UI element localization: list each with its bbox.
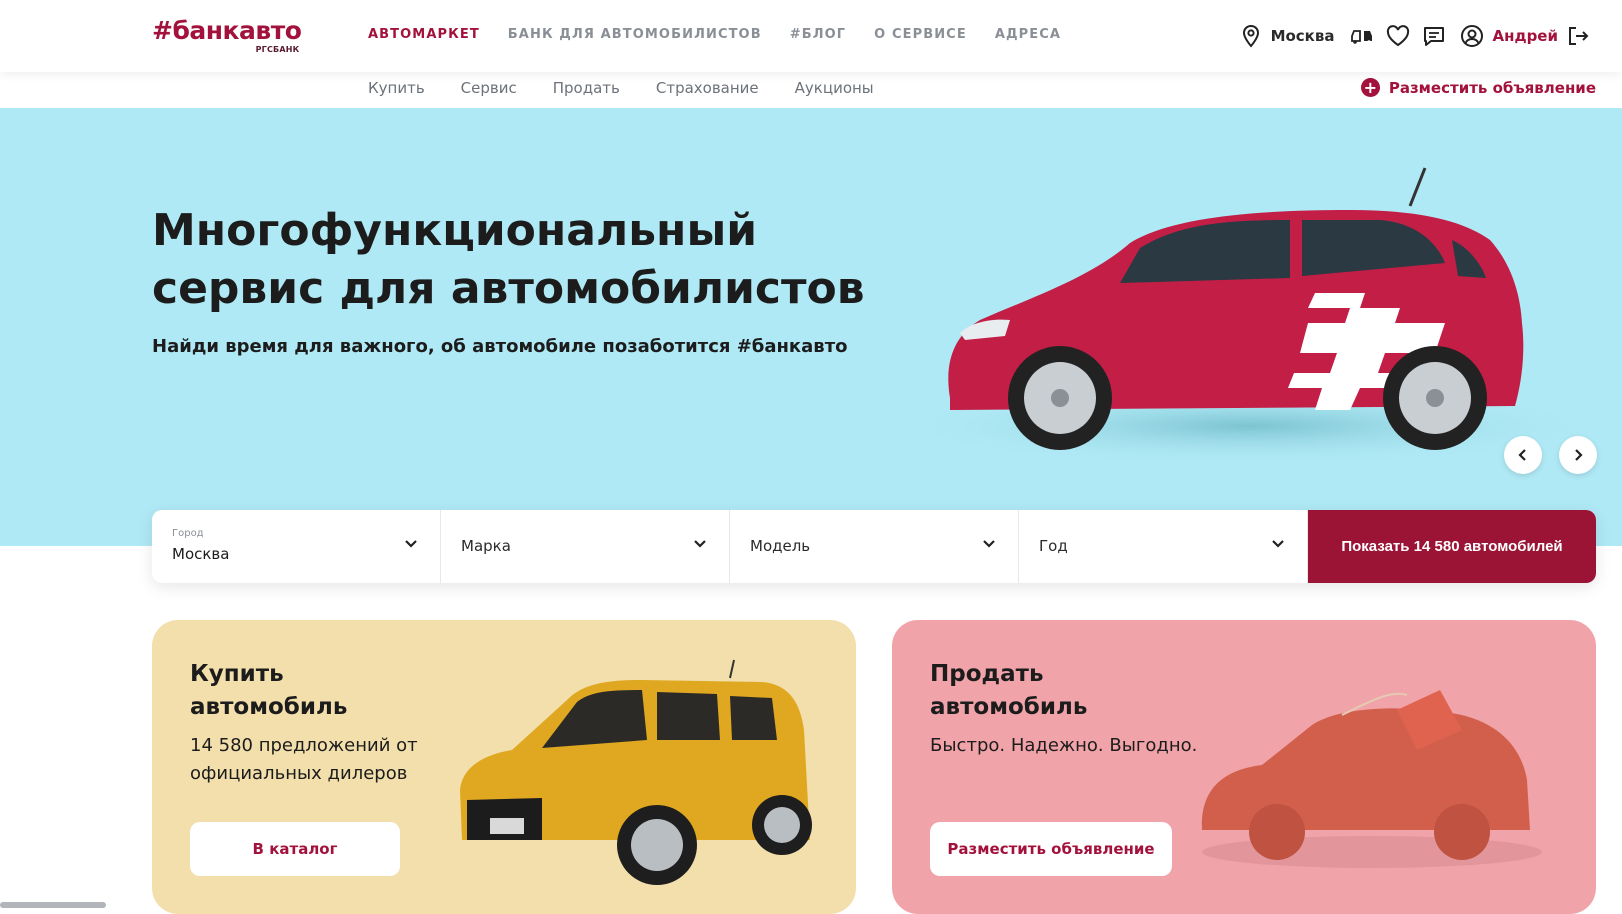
logo[interactable]: #банкавто РГСБАНК: [152, 16, 302, 54]
top-navigation: АВТОМАРКЕТ БАНК ДЛЯ АВТОМОБИЛИСТОВ #БЛОГ…: [368, 27, 1061, 42]
model-select-placeholder: Модель: [750, 537, 811, 555]
nav-automarket[interactable]: АВТОМАРКЕТ: [368, 27, 480, 42]
city-select-caption: Город: [172, 528, 204, 539]
nav-about[interactable]: О СЕРВИСЕ: [874, 27, 967, 42]
chevron-right-icon: [1575, 449, 1583, 461]
subnav-insurance[interactable]: Страхование: [656, 79, 759, 97]
subnav-auctions[interactable]: Аукционы: [795, 79, 874, 97]
logo-text: #банкавто: [152, 16, 302, 45]
yellow-suv-car-image: [460, 659, 812, 885]
model-select[interactable]: Модель: [730, 510, 1019, 583]
buy-card-title: Купить автомобиль: [190, 661, 348, 720]
subnav-sell[interactable]: Продать: [553, 79, 620, 97]
user-name: Андрей: [1492, 27, 1558, 45]
logout-icon[interactable]: [1564, 22, 1592, 50]
location-pin-icon: [1237, 22, 1265, 50]
favorites-heart-icon[interactable]: [1384, 22, 1412, 50]
header-actions: Москва Андрей: [1237, 20, 1592, 52]
nav-blog[interactable]: #БЛОГ: [790, 27, 846, 42]
user-menu[interactable]: Андрей: [1458, 22, 1558, 50]
slider-prev-button[interactable]: [1504, 436, 1542, 474]
post-ad-button[interactable]: Разместить объявление: [930, 822, 1172, 876]
chevron-down-icon: [694, 540, 706, 548]
brand-select-placeholder: Марка: [461, 537, 511, 555]
logo-subtext: РГСБАНК: [255, 45, 300, 54]
city-label: Москва: [1270, 27, 1335, 45]
nav-bank[interactable]: БАНК ДЛЯ АВТОМОБИЛИСТОВ: [508, 27, 762, 42]
buy-car-card: Купить автомобиль 14 580 предложений от …: [152, 620, 856, 914]
city-selector[interactable]: Москва: [1237, 22, 1335, 50]
subnav-links: Купить Сервис Продать Страхование Аукцио…: [368, 79, 874, 97]
red-hatchback-car-image: [890, 167, 1610, 466]
post-ad-label: Разместить объявление: [1388, 78, 1596, 97]
sell-card-title: Продать автомобиль: [930, 661, 1088, 720]
chevron-down-icon: [983, 540, 995, 548]
paper-car-with-tag-image: [1201, 690, 1542, 868]
post-ad-link[interactable]: + Разместить объявление: [1360, 78, 1596, 97]
site-header: #банкавто РГСБАНК АВТОМАРКЕТ БАНК ДЛЯ АВ…: [0, 0, 1622, 72]
user-avatar-icon: [1458, 22, 1486, 50]
nav-addresses[interactable]: АДРЕСА: [995, 27, 1061, 42]
plus-circle-icon: +: [1360, 78, 1380, 97]
compare-cars-icon[interactable]: [1348, 22, 1376, 50]
hero-title: Многофункциональный сервис для автомобил…: [152, 205, 865, 314]
city-select[interactable]: Город Москва: [152, 510, 441, 583]
show-cars-button[interactable]: Показать 14 580 автомобилей: [1308, 510, 1596, 583]
chevron-down-icon: [405, 540, 417, 548]
chevron-down-icon: [1272, 540, 1284, 548]
year-select-placeholder: Год: [1039, 537, 1068, 555]
year-select[interactable]: Год: [1019, 510, 1308, 583]
horizontal-scrollbar[interactable]: [0, 902, 106, 908]
subnav-buy[interactable]: Купить: [368, 79, 425, 97]
catalog-button[interactable]: В каталог: [190, 822, 400, 876]
sell-card-text: Быстро. Надежно. Выгодно.: [930, 735, 1198, 756]
car-search-bar: Город Москва Марка Модель Год Показать 1…: [152, 510, 1596, 583]
chevron-left-icon: [1518, 449, 1526, 461]
brand-select[interactable]: Марка: [441, 510, 730, 583]
sub-navigation: Купить Сервис Продать Страхование Аукцио…: [0, 72, 1622, 108]
subnav-service[interactable]: Сервис: [461, 79, 517, 97]
hero-subtitle: Найди время для важного, об автомобиле п…: [152, 336, 848, 357]
city-select-value: Москва: [172, 545, 230, 563]
sell-car-card: Продать автомобиль Быстро. Надежно. Выго…: [892, 620, 1596, 914]
messages-icon[interactable]: [1420, 22, 1448, 50]
hero-banner: Многофункциональный сервис для автомобил…: [0, 108, 1622, 546]
slider-next-button[interactable]: [1559, 436, 1597, 474]
